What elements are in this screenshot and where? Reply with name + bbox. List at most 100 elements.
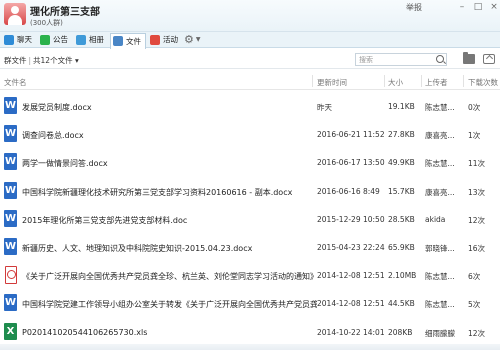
tab-bar: 聊天 公告 相册 文件 活动 ⚙ ▼ — [0, 32, 500, 49]
close-icon[interactable]: × — [488, 1, 500, 13]
file-name[interactable]: 调查问卷总.docx — [22, 130, 84, 141]
table-row[interactable]: W 两学一做情景问答.docx 2016-06-17 13:50 49.9KB … — [0, 148, 500, 176]
file-uploader[interactable]: 陈志慧... — [425, 271, 461, 282]
chat-icon — [4, 34, 14, 45]
file-icon — [113, 36, 123, 46]
word-file-icon: W — [4, 125, 17, 143]
col-uploader-header[interactable]: 上传者 — [425, 77, 448, 88]
col-downloads-header[interactable]: 下载次数 — [468, 77, 498, 88]
search-box — [355, 53, 447, 66]
group-avatar[interactable] — [4, 3, 26, 25]
breadcrumb: 群文件 | 共12个文件 ▾ — [4, 55, 79, 66]
word-file-icon: W — [4, 294, 17, 312]
album-icon — [76, 34, 86, 45]
file-uploader[interactable]: 细雨朦朦 — [425, 328, 461, 339]
chevron-down-icon: ▼ — [195, 36, 201, 43]
word-file-icon: W — [4, 237, 17, 255]
file-uploader[interactable]: 陈志慧... — [425, 299, 461, 310]
file-downloads: 16次 — [468, 243, 486, 253]
table-row[interactable]: W 调查问卷总.docx 2016-06-21 11:52 27.8KB 康喜亮… — [0, 120, 500, 148]
title-bar: 理化所第三支部 (300人群) 举报 – □ × — [0, 0, 500, 32]
pdf-file-icon — [4, 266, 17, 285]
file-name[interactable]: 《关于广泛开展向全国优秀共产党员龚全珍、杭兰英、刘伦堂同志学习活动的通知》.pd… — [22, 271, 317, 282]
notice-flag-icon — [40, 34, 50, 45]
col-time-header[interactable]: 更新时间 — [317, 77, 347, 88]
file-downloads: 13次 — [468, 187, 486, 197]
tab-album[interactable]: 相册 — [74, 33, 108, 47]
col-size-header[interactable]: 大小 — [388, 77, 403, 88]
tab-file[interactable]: 文件 — [110, 32, 146, 49]
file-name[interactable]: 发展党员制度.docx — [22, 102, 92, 113]
table-row[interactable]: 《关于广泛开展向全国优秀共产党员龚全珍、杭兰英、刘伦堂同志学习活动的通知》.pd… — [0, 261, 500, 289]
file-time: 2014-12-08 12:51 — [317, 271, 385, 281]
settings-menu[interactable]: ⚙ ▼ — [184, 33, 201, 46]
table-row[interactable]: X P020141020544106265730.xls 2014-10-22 … — [0, 318, 500, 346]
table-header: 文件名 更新时间 大小 上传者 下载次数 — [0, 72, 500, 90]
file-downloads: 1次 — [468, 131, 481, 141]
file-size: 2.10MB — [388, 271, 417, 281]
col-name-header[interactable]: 文件名 — [4, 77, 27, 88]
file-time: 昨天 — [317, 103, 332, 112]
file-time: 2016-06-17 13:50 — [317, 158, 385, 168]
file-name[interactable]: 中国科学院党建工作领导小组办公室关于转发《关于广泛开展向全国优秀共产党员龚全..… — [22, 299, 317, 310]
file-time: 2014-12-08 12:51 — [317, 299, 385, 309]
file-uploader[interactable]: 陈志慧... — [425, 102, 461, 113]
file-downloads: 12次 — [468, 328, 486, 338]
window-controls: 举报 – □ × — [406, 0, 500, 14]
tab-notice[interactable]: 公告 — [38, 33, 72, 47]
gear-icon: ⚙ — [184, 33, 194, 46]
member-count: (300人群) — [30, 19, 63, 27]
file-count-dropdown[interactable]: 共12个文件 — [33, 56, 73, 65]
file-size: 44.5KB — [388, 299, 415, 309]
file-size: 28.5KB — [388, 214, 415, 224]
tab-album-label: 相册 — [89, 35, 104, 44]
table-row[interactable]: W 中国科学院新疆理化技术研究所第三党支部学习资料20160616 - 副本.d… — [0, 177, 500, 205]
file-list: W 发展党员制度.docx 昨天 19.1KB 陈志慧... 0次 W 调查问卷… — [0, 92, 500, 346]
report-link[interactable]: 举报 — [406, 2, 422, 13]
file-time: 2015-04-23 22:24 — [317, 242, 385, 252]
tab-event-label: 活动 — [163, 35, 178, 44]
file-uploader[interactable]: 陈志慧... — [425, 158, 461, 169]
tab-chat[interactable]: 聊天 — [2, 33, 36, 47]
file-uploader[interactable]: 康喜亮... — [425, 187, 461, 198]
table-row[interactable]: W 发展党员制度.docx 昨天 19.1KB 陈志慧... 0次 — [0, 92, 500, 120]
search-icon[interactable] — [436, 55, 444, 63]
breadcrumb-root[interactable]: 群文件 — [4, 56, 27, 65]
search-input[interactable] — [356, 54, 432, 65]
table-row[interactable]: W 中国科学院党建工作领导小组办公室关于转发《关于广泛开展向全国优秀共产党员龚全… — [0, 289, 500, 317]
file-downloads: 0次 — [468, 103, 481, 112]
file-time: 2014-10-22 14:01 — [317, 327, 385, 337]
table-row[interactable]: W 新疆历史、人文、地理知识及中科院院史知识-2015.04.23.docx 2… — [0, 233, 500, 261]
file-uploader[interactable]: 郭晓锋... — [425, 243, 461, 254]
word-file-icon: W — [4, 97, 17, 114]
word-file-icon: W — [4, 181, 17, 199]
file-uploader[interactable]: 康喜亮... — [425, 130, 461, 141]
file-downloads: 12次 — [468, 215, 486, 225]
file-name[interactable]: P020141020544106265730.xls — [22, 328, 147, 337]
file-size: 19.1KB — [388, 102, 415, 111]
new-folder-icon[interactable] — [463, 52, 475, 64]
file-time: 2016-06-16 8:49 — [317, 186, 380, 196]
maximize-icon[interactable]: □ — [472, 1, 484, 13]
file-size: 27.8KB — [388, 130, 415, 140]
upload-icon[interactable] — [483, 54, 495, 64]
chevron-down-icon[interactable]: ▾ — [73, 56, 79, 65]
file-name[interactable]: 新疆历史、人文、地理知识及中科院院史知识-2015.04.23.docx — [22, 243, 252, 254]
table-row[interactable]: W 2015年理化所第三党支部先进党支部材料.doc 2015-12-29 10… — [0, 205, 500, 233]
file-size: 49.9KB — [388, 158, 415, 168]
minimize-icon[interactable]: – — [456, 1, 468, 13]
tab-event[interactable]: 活动 — [148, 33, 182, 47]
file-uploader[interactable]: akida — [425, 215, 461, 224]
file-name[interactable]: 两学一做情景问答.docx — [22, 158, 108, 169]
tab-file-label: 文件 — [126, 36, 141, 46]
file-size: 15.7KB — [388, 186, 415, 196]
file-downloads: 6次 — [468, 272, 481, 282]
file-downloads: 11次 — [468, 159, 486, 169]
file-time: 2015-12-29 10:50 — [317, 214, 385, 224]
file-time: 2016-06-21 11:52 — [317, 130, 385, 140]
file-name[interactable]: 中国科学院新疆理化技术研究所第三党支部学习资料20160616 - 副本.doc… — [22, 187, 292, 198]
tab-notice-label: 公告 — [53, 35, 68, 44]
breadcrumb-separator: | — [28, 56, 32, 65]
file-name[interactable]: 2015年理化所第三党支部先进党支部材料.doc — [22, 215, 187, 226]
group-name[interactable]: 理化所第三支部 — [30, 3, 100, 18]
